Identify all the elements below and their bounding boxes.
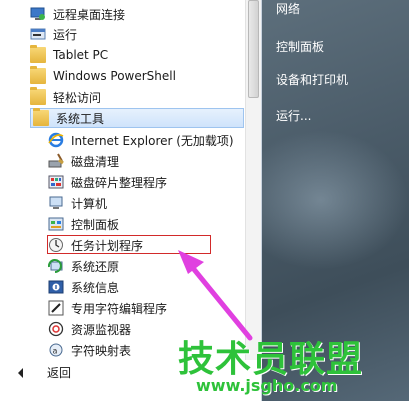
resource-monitor-icon bbox=[48, 321, 64, 337]
menu-item-label: Tablet PC bbox=[53, 48, 109, 62]
svg-text:a: a bbox=[53, 347, 58, 356]
menu-item-ease-of-access[interactable]: 轻松访问 bbox=[30, 87, 242, 107]
highlight-box bbox=[47, 235, 211, 254]
menu-item-label: 磁盘碎片整理程序 bbox=[71, 175, 168, 190]
folder-icon bbox=[30, 87, 46, 105]
menu-item-system-tools[interactable]: 系统工具 bbox=[30, 108, 244, 128]
right-item-network[interactable]: 网络 bbox=[276, 0, 300, 17]
char-map-icon: a bbox=[48, 342, 64, 358]
menu-item-computer[interactable]: 计算机 bbox=[48, 193, 242, 213]
control-panel-icon bbox=[48, 216, 64, 232]
menu-item-label: 远程桌面连接 bbox=[53, 7, 126, 22]
menu-item-label: 计算机 bbox=[71, 196, 108, 211]
system-info-icon bbox=[48, 279, 64, 295]
menu-item-internet-explorer[interactable]: Internet Explorer (无加载项) bbox=[48, 130, 242, 150]
menu-item-label: 控制面板 bbox=[71, 217, 120, 232]
back-label: 返回 bbox=[47, 366, 72, 380]
watermark-text: 技术员联盟 bbox=[178, 339, 364, 380]
menu-item-run[interactable]: 运行 bbox=[30, 24, 242, 44]
remote-desktop-icon bbox=[30, 6, 46, 22]
menu-item-windows-powershell[interactable]: Windows PowerShell bbox=[30, 66, 242, 86]
menu-item-label: 系统信息 bbox=[71, 280, 120, 295]
menu-item-label: Internet Explorer (无加载项) bbox=[71, 133, 234, 148]
system-restore-icon bbox=[47, 258, 64, 274]
menu-item-label: 轻松访问 bbox=[53, 90, 102, 105]
run-icon bbox=[30, 26, 46, 42]
watermark-url: www.jsgho.com bbox=[196, 376, 338, 395]
menu-item-label: 专用字符编辑程序 bbox=[71, 301, 168, 316]
char-editor-icon bbox=[48, 300, 64, 316]
menu-item-remote-desktop[interactable]: 远程桌面连接 bbox=[30, 4, 242, 24]
scrollbar[interactable] bbox=[245, 0, 261, 360]
folder-icon bbox=[33, 108, 49, 126]
back-arrow-icon bbox=[18, 367, 23, 378]
menu-item-tablet-pc[interactable]: Tablet PC bbox=[30, 45, 242, 65]
computer-icon bbox=[48, 195, 64, 211]
menu-item-label: 系统还原 bbox=[71, 259, 120, 274]
internet-explorer-icon bbox=[48, 132, 64, 148]
back-button[interactable]: 返回 bbox=[18, 364, 71, 381]
menu-item-label: 资源监视器 bbox=[71, 322, 132, 337]
right-item-control-panel[interactable]: 控制面板 bbox=[276, 38, 324, 55]
disk-cleanup-icon bbox=[48, 153, 64, 169]
menu-item-label: 系统工具 bbox=[56, 111, 105, 126]
menu-item-label: Windows PowerShell bbox=[53, 69, 176, 83]
menu-item-disk-defragmenter[interactable]: 磁盘碎片整理程序 bbox=[48, 172, 242, 192]
defragmenter-icon bbox=[48, 174, 64, 190]
background-glow bbox=[262, 130, 409, 270]
menu-item-private-char-editor[interactable]: 专用字符编辑程序 bbox=[48, 298, 242, 318]
menu-item-label: 磁盘清理 bbox=[71, 154, 120, 169]
scrollbar-thumb[interactable] bbox=[248, 0, 259, 98]
right-item-devices-printers[interactable]: 设备和打印机 bbox=[276, 71, 348, 88]
menu-item-control-panel[interactable]: 控制面板 bbox=[48, 214, 242, 234]
right-item-run[interactable]: 运行... bbox=[276, 107, 311, 124]
folder-icon bbox=[30, 45, 46, 63]
menu-item-label: 运行 bbox=[53, 27, 78, 42]
menu-item-disk-cleanup[interactable]: 磁盘清理 bbox=[48, 151, 242, 171]
menu-item-label: 字符映射表 bbox=[71, 343, 132, 358]
menu-item-system-restore[interactable]: 系统还原 bbox=[47, 256, 242, 276]
folder-icon bbox=[30, 66, 46, 84]
menu-item-system-information[interactable]: 系统信息 bbox=[48, 277, 242, 297]
